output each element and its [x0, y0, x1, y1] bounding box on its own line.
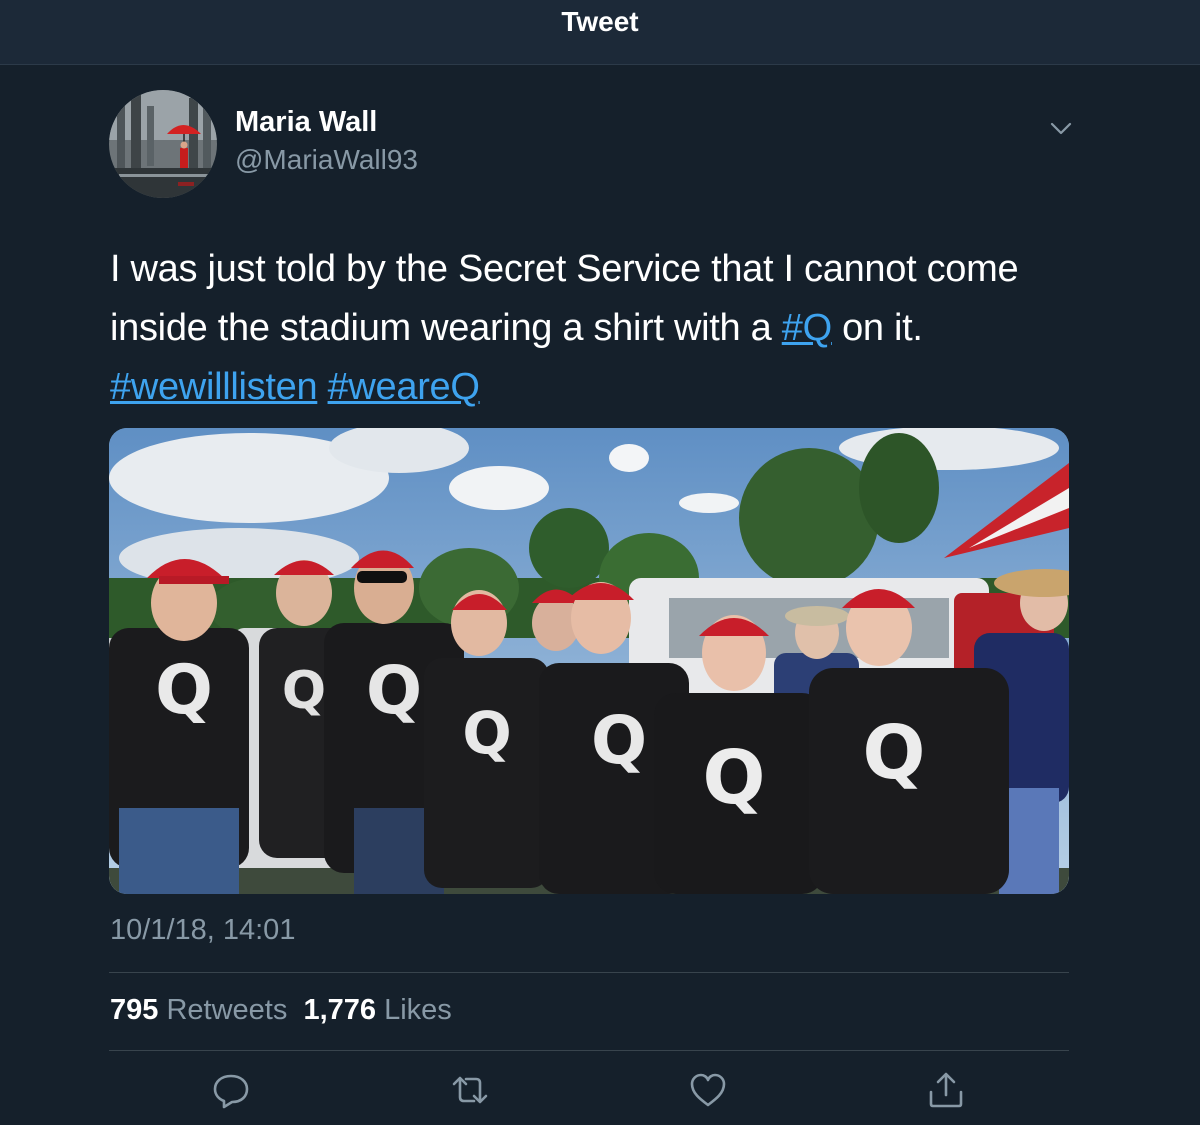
photo-scene: Q Q Q Q Q Q Q	[109, 428, 1069, 894]
hashtag-link[interactable]: #Q	[782, 307, 832, 349]
shirt-letter: Q	[591, 702, 647, 779]
hashtag-link[interactable]: #wewilllisten	[110, 366, 318, 408]
display-name[interactable]: Maria Wall	[235, 106, 377, 139]
retweets-label[interactable]: Retweets	[166, 994, 287, 1026]
retweet-icon[interactable]	[450, 1070, 490, 1110]
shirt-letter: Q	[863, 710, 926, 796]
shirt-letter: Q	[366, 652, 422, 729]
tweet-photo[interactable]: Q Q Q Q Q Q Q	[109, 428, 1069, 894]
avatar[interactable]	[109, 90, 217, 198]
shirt-letter: Q	[282, 661, 326, 721]
user-handle[interactable]: @MariaWall93	[235, 144, 418, 176]
hashtag-link[interactable]: #weareQ	[328, 366, 480, 408]
retweets-count[interactable]: 795	[110, 994, 158, 1026]
chevron-down-icon[interactable]	[1046, 116, 1076, 140]
top-bar: Tweet	[0, 0, 1200, 65]
divider	[109, 972, 1069, 973]
likes-label[interactable]: Likes	[384, 994, 452, 1026]
tweet-timestamp: 10/1/18, 14:01	[110, 914, 296, 946]
like-icon[interactable]	[688, 1070, 728, 1110]
shirt-letter: Q	[462, 699, 511, 767]
reply-icon[interactable]	[211, 1070, 251, 1110]
tweet-text: I was just told by the Secret Service th…	[110, 240, 1090, 417]
likes-count[interactable]: 1,776	[303, 994, 376, 1026]
shirt-letter: Q	[155, 651, 213, 730]
engagement-stats: 795 Retweets 1,776 Likes	[110, 994, 452, 1027]
tweet-text-part2: on it.	[831, 307, 923, 349]
shirt-letter: Q	[703, 735, 766, 821]
page-title: Tweet	[561, 6, 639, 37]
share-icon[interactable]	[926, 1070, 966, 1110]
divider	[109, 1050, 1069, 1051]
